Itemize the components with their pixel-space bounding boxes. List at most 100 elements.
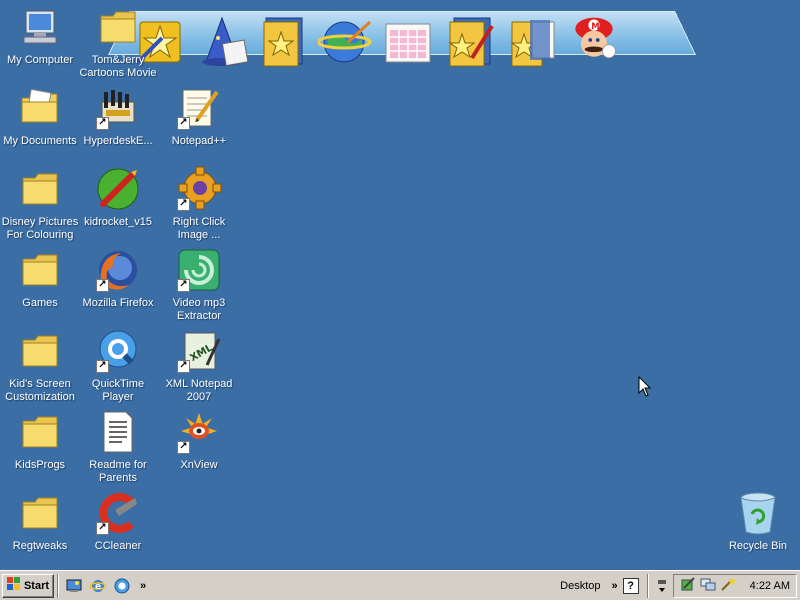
show-desktop-icon[interactable] [64,576,84,596]
icon-label: XML Notepad 2007 [165,378,233,403]
ccleaner-icon: ↗ [94,489,142,537]
desktop-icon-firefox[interactable]: ↗ Mozilla Firefox [78,246,158,324]
desktop-icon-readme[interactable]: Readme for Parents [78,408,158,486]
icon-label: Video mp3 Extractor [172,297,226,322]
folder-icon [16,246,64,294]
tray-icon-tools[interactable] [680,576,696,595]
tray-icon-network[interactable] [700,576,716,595]
taskbar-separator [57,573,59,598]
hyperdesk-icon: ↗ [94,84,142,132]
desktop-icon-my-computer[interactable]: My Computer [0,3,80,81]
taskbar-menu-icon[interactable] [657,578,667,594]
desktop-toolbar-label: Desktop [560,579,601,592]
desktop[interactable]: M My Computer My Documents Disney Pictur… [0,0,800,570]
mario-icon[interactable]: M [566,8,622,72]
xnview-icon: ↗ [175,408,223,456]
desktop-toolbar[interactable]: Desktop » ? [560,573,667,598]
desktop-icon-xnview[interactable]: ↗ XnView [159,408,239,486]
desktop-icon-hyperdesk[interactable]: ↗ HyperdeskE... [78,84,158,162]
quicktime-icon: ↗ [94,327,142,375]
icon-label: CCleaner [94,540,142,552]
folder-icon [16,327,64,375]
icon-label: Readme for Parents [89,459,147,484]
icon-label: Notepad++ [171,135,227,147]
desktop-icon-kidrocket[interactable]: kidrocket_v15 [78,165,158,243]
recycle-bin-icon [734,489,782,537]
desktop-icon-kidsprogs[interactable]: KidsProgs [0,408,80,486]
kidrocket-icon [94,165,142,213]
desktop-icon-xml-notepad[interactable]: XML ↗ XML Notepad 2007 [159,327,239,405]
icon-label: Recycle Bin [728,540,788,552]
folder-icon [16,165,64,213]
star-folder-icon[interactable] [256,8,312,72]
desktop-icon-regtweaks[interactable]: Regtweaks [0,489,80,567]
desktop-icon-ccleaner[interactable]: ↗ CCleaner [78,489,158,567]
icon-label: Mozilla Firefox [82,297,154,309]
globe-wand-icon[interactable] [318,8,374,72]
desktop-icon-quicktime[interactable]: ↗ QuickTime Player [78,327,158,405]
video-mp3-extractor-icon: ↗ [175,246,223,294]
svg-text:e: e [95,582,101,592]
calendar-grid-icon[interactable] [380,8,436,72]
quicklaunch-overflow-chevron[interactable]: » [140,580,146,592]
icon-label: Kid's Screen Customization [5,378,75,403]
folder-icon [16,489,64,537]
paint-folder-icon[interactable] [442,8,498,72]
firefox-icon: ↗ [94,246,142,294]
windows-logo-icon [6,577,21,594]
folder-icon [16,408,64,456]
icon-label: HyperdeskE... [83,135,153,147]
internet-explorer-icon[interactable]: e [88,576,108,596]
xml-notepad-icon: XML ↗ [175,327,223,375]
taskbar-clock[interactable]: 4:22 AM [750,580,790,592]
desktop-icon-video-mp3[interactable]: ↗ Video mp3 Extractor [159,246,239,324]
icon-label: Tom&Jerry Cartoons Movie [79,54,157,79]
help-icon[interactable]: ? [622,577,639,594]
tray-icon-wand[interactable] [720,576,736,595]
desktop-icon-disney-pictures[interactable]: Disney Pictures For Colouring [0,165,80,243]
text-document-icon [94,408,142,456]
shortcut-arrow-icon: ↗ [177,198,190,211]
icon-label: Right Click Image ... [172,216,226,241]
shortcut-arrow-icon: ↗ [96,360,109,373]
wizard-hat-icon[interactable] [194,8,250,72]
taskbar: Start e » Desktop » ? 4:22 AM [0,570,800,600]
icon-label: KidsProgs [14,459,66,471]
desktop-icon-my-documents[interactable]: My Documents [0,84,80,162]
system-tray: 4:22 AM [672,573,797,598]
desktop-icon-right-click-image[interactable]: ↗ Right Click Image ... [159,165,239,243]
documents-folder-icon [16,84,64,132]
desktop-icon-kids-screen-customization[interactable]: Kid's Screen Customization [0,327,80,405]
gear-icon: ↗ [175,165,223,213]
desktop-icon-notepad-plus[interactable]: ↗ Notepad++ [159,84,239,162]
notepad-plus-icon: ↗ [175,84,223,132]
computer-icon [16,3,64,51]
icon-label: XnView [180,459,218,471]
icon-label: My Documents [3,135,77,147]
shortcut-arrow-icon: ↗ [177,117,190,130]
shortcut-arrow-icon: ↗ [96,279,109,292]
icon-label: kidrocket_v15 [84,216,152,228]
icon-label: Regtweaks [12,540,68,552]
shortcut-arrow-icon: ↗ [96,117,109,130]
svg-text:M: M [591,21,599,31]
document-folder-icon[interactable] [504,8,560,72]
start-label: Start [23,579,50,592]
icon-label: Games [22,297,58,309]
taskbar-separator [646,573,649,598]
shortcut-arrow-icon: ↗ [96,522,109,535]
desktop-icon-recycle-bin[interactable]: Recycle Bin [718,489,798,567]
icon-label: Disney Pictures For Colouring [1,216,79,241]
shortcut-arrow-icon: ↗ [177,360,190,373]
desktop-icon-games[interactable]: Games [0,246,80,324]
dock-items: M [132,8,622,76]
mouse-cursor-icon [638,375,652,401]
icon-label: QuickTime Player [91,378,145,403]
shortcut-arrow-icon: ↗ [177,279,190,292]
quicktime-quicklaunch-icon[interactable] [112,576,132,596]
quick-launch: e » [62,576,146,596]
icon-label: My Computer [6,54,74,66]
start-button[interactable]: Start [2,573,54,598]
desktop-toolbar-chevron[interactable]: » [612,580,618,592]
desktop-icon-tom-jerry[interactable]: Tom&Jerry Cartoons Movie [78,3,158,81]
